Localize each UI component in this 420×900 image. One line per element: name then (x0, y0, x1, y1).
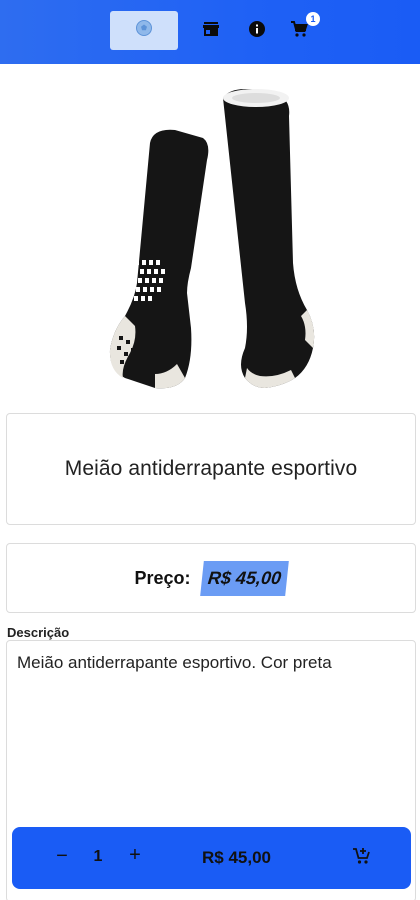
add-to-cart-icon (352, 848, 372, 870)
product-title-card: Meião antiderrapante esportivo (6, 413, 416, 525)
home-logo-button[interactable] (110, 11, 178, 50)
product-title: Meião antiderrapante esportivo (64, 457, 358, 480)
info-button[interactable] (246, 20, 268, 42)
quantity-decrement-button[interactable]: − (52, 845, 72, 869)
cart-icon (290, 20, 308, 43)
add-to-cart-button[interactable] (352, 846, 374, 868)
cart-count-badge: 1 (306, 12, 320, 26)
description-text: Meião antiderrapante esportivo. Cor pret… (17, 653, 332, 672)
description-label: Descrição (7, 625, 70, 640)
store-button[interactable] (200, 20, 222, 42)
cart-total-price: R$ 45,00 (202, 848, 271, 867)
product-socks-image (95, 78, 345, 403)
add-to-cart-bar: − 1 + R$ 45,00 (12, 827, 411, 889)
price-label: Preço: (134, 567, 191, 588)
top-nav-bar: 1 (0, 0, 420, 64)
info-icon (248, 20, 266, 43)
quantity-increment-button[interactable]: + (124, 844, 146, 868)
quantity-value: 1 (93, 848, 103, 865)
price-card: Preço: R$ 45,00 (6, 543, 416, 613)
store-icon (202, 21, 220, 42)
price-value: R$ 45,00 (200, 560, 290, 596)
soccer-ball-icon (135, 19, 153, 42)
